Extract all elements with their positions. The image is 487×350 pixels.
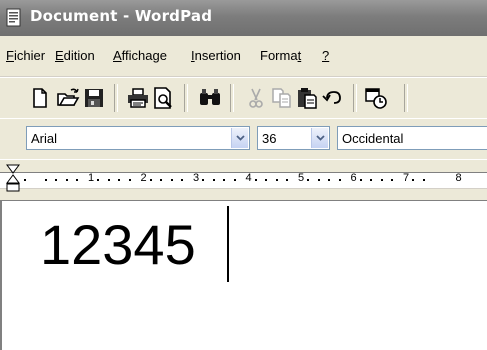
title-bar[interactable]: Document - WordPad	[0, 0, 487, 37]
ruler-number: 8	[455, 172, 462, 184]
ruler-number: 2	[140, 172, 147, 184]
font-name-dropdown-button[interactable]	[231, 128, 248, 148]
toolbar-separator	[114, 84, 118, 112]
font-size-value: 36	[262, 131, 277, 146]
ruler-tick	[233, 179, 236, 181]
script-value: Occidental	[342, 131, 404, 146]
font-size-combo[interactable]: 36	[257, 126, 330, 150]
ruler-number: 6	[350, 172, 357, 184]
open-icon[interactable]	[56, 86, 80, 110]
menu-affichage[interactable]: Affichage	[113, 48, 167, 63]
ruler-number: 5	[298, 172, 305, 184]
date-time-icon[interactable]	[364, 86, 388, 110]
ruler-number: 3	[193, 172, 200, 184]
ruler-tick	[223, 179, 225, 181]
ruler-tick	[317, 179, 320, 181]
ruler-tick	[118, 179, 120, 181]
ruler-tick	[23, 179, 26, 181]
ruler-tick	[412, 179, 414, 181]
ruler-tick	[254, 179, 257, 181]
ruler-tick	[391, 179, 393, 181]
chevron-down-icon	[236, 135, 245, 141]
script-combo[interactable]: Occidental	[337, 126, 487, 150]
ruler-tick	[65, 179, 68, 181]
ruler-tick	[380, 179, 383, 181]
ruler-tick	[97, 179, 99, 181]
font-name-value: Arial	[31, 131, 58, 146]
cut-icon[interactable]	[244, 86, 268, 110]
ruler-tick	[359, 179, 362, 181]
ruler-tick	[286, 179, 288, 181]
ruler-tick	[370, 179, 372, 181]
ruler-tick	[328, 179, 330, 181]
ruler-tick	[44, 179, 47, 181]
ruler-tick	[107, 179, 110, 181]
ruler-tick	[76, 179, 78, 181]
ruler-tick	[170, 179, 173, 181]
ruler-tick	[128, 179, 131, 181]
menu-fichier[interactable]: Fichier	[6, 48, 45, 63]
menu-insertion[interactable]: Insertion	[191, 48, 241, 63]
paste-icon[interactable]	[295, 86, 319, 110]
ruler-tick	[275, 179, 278, 181]
ruler-tick	[149, 179, 152, 181]
standard-toolbar	[0, 77, 487, 119]
print-preview-icon[interactable]	[152, 86, 176, 110]
font-size-dropdown-button[interactable]	[311, 128, 328, 148]
new-icon[interactable]	[28, 86, 52, 110]
toolbar-separator	[184, 84, 188, 112]
find-icon[interactable]	[198, 86, 222, 110]
menu-help[interactable]: ?	[322, 48, 329, 63]
ruler: 1 2 3 4 5 6 7 8	[0, 159, 487, 200]
menu-format[interactable]: Format	[260, 48, 301, 63]
ruler-tick	[202, 179, 204, 181]
window-title: Document - WordPad	[30, 7, 213, 25]
document-area[interactable]: 12345	[0, 200, 487, 350]
toolbar-separator	[353, 84, 357, 112]
toolbar-separator	[404, 84, 408, 112]
ruler-number: 1	[88, 172, 95, 184]
ruler-number: 7	[403, 172, 410, 184]
ruler-tick	[265, 179, 267, 181]
chevron-down-icon	[316, 135, 325, 141]
indent-marker[interactable]	[6, 164, 20, 198]
ruler-tick	[55, 179, 57, 181]
print-icon[interactable]	[126, 86, 150, 110]
menu-edition[interactable]: Edition	[55, 48, 95, 63]
ruler-tick	[160, 179, 162, 181]
ruler-tick	[307, 179, 309, 181]
ruler-tick	[422, 179, 425, 181]
ruler-tick	[338, 179, 341, 181]
text-caret	[227, 206, 229, 282]
wordpad-window: Document - WordPad Fichier Edition Affic…	[0, 0, 487, 350]
copy-icon[interactable]	[270, 86, 294, 110]
format-toolbar: Arial 36 Occidental	[0, 118, 487, 160]
menu-bar: Fichier Edition Affichage Insertion Form…	[0, 36, 487, 77]
save-icon[interactable]	[82, 86, 106, 110]
toolbar-separator	[230, 84, 234, 112]
font-name-combo[interactable]: Arial	[26, 126, 250, 150]
document-text[interactable]: 12345	[40, 213, 196, 277]
ruler-number: 4	[245, 172, 252, 184]
undo-icon[interactable]	[321, 86, 345, 110]
ruler-tick	[212, 179, 215, 181]
wordpad-document-icon	[6, 8, 21, 27]
ruler-tick	[181, 179, 183, 181]
